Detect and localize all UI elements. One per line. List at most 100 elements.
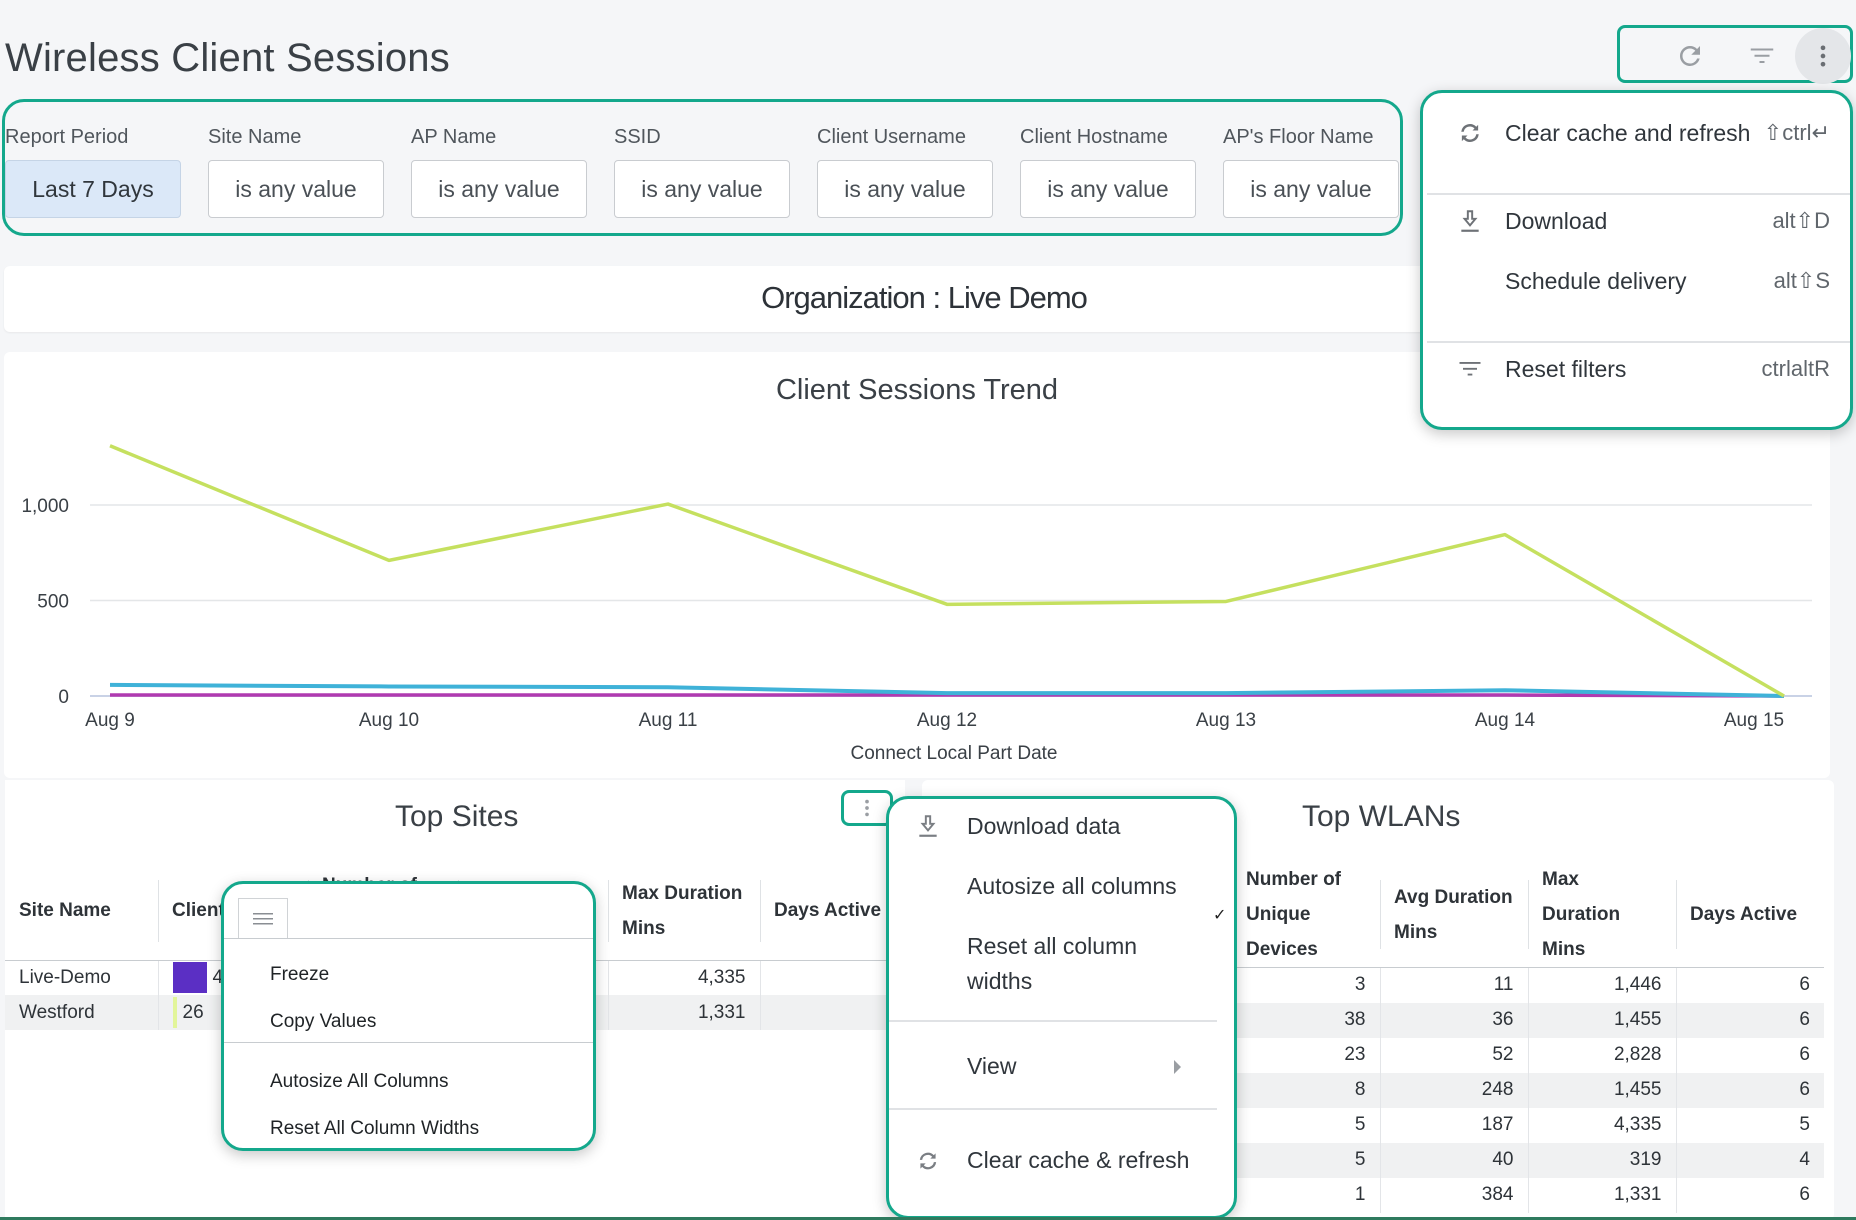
- menu-item-reset-all-column-widths[interactable]: Reset All Column Widths: [270, 1118, 479, 1140]
- dashboard-actions-menu: Clear cache and refresh ⇧ctrl↵ Download …: [1420, 90, 1853, 430]
- top-wlans-table: Number of Unique Devices Avg Duration Mi…: [1232, 862, 1824, 1213]
- y-tick-label: 0: [58, 687, 69, 708]
- x-tick-label: Aug 15: [1724, 710, 1784, 731]
- cell-unique-devices: 23: [1344, 1044, 1366, 1065]
- col-header-max-duration[interactable]: Max Duration Mins: [608, 862, 760, 961]
- table-row[interactable]: 8 248 1,455 6: [1232, 1072, 1824, 1108]
- filter-icon[interactable]: [1742, 36, 1782, 76]
- header-text: Max Duration Mins: [622, 882, 743, 939]
- menu-divider: [889, 1020, 1217, 1022]
- menu-tab-line: [224, 938, 593, 939]
- cell-site-name: Live-Demo: [19, 966, 111, 988]
- report-period-select[interactable]: Last 7 Days: [5, 160, 181, 218]
- cell-site-name: Westford: [5, 995, 158, 1030]
- tile-actions-menu: Download data Autosize all columns ✓ Res…: [886, 796, 1237, 1219]
- table-row[interactable]: 5 187 4,335 5: [1232, 1107, 1824, 1143]
- table-row[interactable]: 5 40 319 4: [1232, 1142, 1824, 1178]
- filter-label: Client Hostname: [1020, 126, 1168, 148]
- cell-max-duration: 1,331: [1527, 1177, 1676, 1213]
- session-bar: [172, 962, 207, 994]
- cell-days-active: 6: [1675, 1177, 1824, 1213]
- menu-item-download-data[interactable]: Download data: [967, 809, 1120, 844]
- cell-avg-duration: 187: [1379, 1107, 1528, 1143]
- download-icon: [913, 811, 943, 841]
- dashboard-toolbar: [1617, 25, 1853, 84]
- header-text: Days Active: [1690, 904, 1798, 925]
- col-header-days-active[interactable]: Days Active: [760, 862, 905, 961]
- col-header-site-name[interactable]: Site Name: [5, 862, 158, 961]
- menu-item-autosize-all-columns[interactable]: Autosize All Columns: [270, 1071, 448, 1093]
- menu-item-shortcut: ⇧ctrl↵: [1763, 120, 1830, 145]
- y-tick-label: 500: [37, 592, 69, 613]
- checkmark-icon: ✓: [1213, 907, 1227, 924]
- cell-avg-duration: 52: [1379, 1037, 1528, 1073]
- header-text: Max Duration Mins: [1542, 869, 1621, 960]
- download-icon: [1455, 206, 1485, 236]
- cell-days-active: 6: [1675, 1072, 1824, 1108]
- cell-days-active: 6: [1675, 1037, 1824, 1073]
- menu-item-clear-cache-and-refresh[interactable]: Clear cache and refresh ⇧ctrl↵: [1423, 113, 1850, 153]
- menu-item-clear-cache-refresh[interactable]: Clear cache & refresh: [967, 1143, 1197, 1178]
- menu-item-reset-filters[interactable]: Reset filters ctrlaltR: [1423, 349, 1850, 389]
- menu-item-copy-values[interactable]: Copy Values: [270, 1011, 376, 1033]
- menu-item-autosize-all-columns[interactable]: Autosize all columns: [967, 869, 1177, 904]
- x-tick-label: Aug 11: [639, 710, 698, 731]
- table-row[interactable]: 38 36 1,455 6: [1232, 1002, 1824, 1038]
- cell-avg-duration: 40: [1379, 1142, 1528, 1178]
- col-header-avg-duration[interactable]: Avg Duration Mins: [1380, 862, 1528, 968]
- session-bar: [172, 997, 177, 1028]
- filter-label: SSID: [614, 126, 661, 148]
- session-value: 26: [182, 1001, 204, 1023]
- table-row[interactable]: 23 52 2,828 6: [1232, 1037, 1824, 1073]
- table-row[interactable]: 1 384 1,331 6: [1232, 1177, 1824, 1213]
- menu-divider: [224, 1042, 593, 1043]
- menu-item-reset-column-widths[interactable]: Reset all column widths: [967, 929, 1197, 999]
- menu-item-download[interactable]: Download alt⇧D: [1423, 201, 1850, 241]
- cell-unique-devices: 3: [1354, 974, 1366, 996]
- client-username-input[interactable]: is any value: [817, 160, 993, 218]
- menu-divider: [1427, 193, 1850, 195]
- menu-item-label: Reset filters: [1505, 355, 1627, 382]
- cell-avg-duration: 248: [1379, 1072, 1528, 1108]
- ap-floor-name-input[interactable]: is any value: [1223, 160, 1399, 218]
- header-text: Number of Unique Devices: [1246, 869, 1341, 960]
- menu-item-view[interactable]: View: [967, 1049, 1016, 1084]
- cell-max-duration: 1,446: [1527, 967, 1676, 1003]
- cell-max-duration: 2,828: [1527, 1037, 1676, 1073]
- cell-max-duration: 1,331: [607, 995, 760, 1030]
- menu-item-shortcut: ctrlaltR: [1761, 356, 1830, 381]
- series-line: [109, 444, 1785, 698]
- cell-avg-duration: 11: [1379, 967, 1528, 1003]
- cell-days-active: [759, 995, 905, 1030]
- cell-max-duration: 1,455: [1527, 1072, 1676, 1108]
- refresh-icon[interactable]: [1670, 36, 1710, 76]
- top-wlans-title: Top WLANs: [1302, 800, 1461, 833]
- column-header-menu: Freeze Copy Values Autosize All Columns …: [221, 881, 596, 1151]
- col-header-max-duration[interactable]: Max Duration Mins: [1528, 862, 1676, 968]
- table-row[interactable]: 3 11 1,446 6: [1232, 967, 1824, 1003]
- x-axis-title: Connect Local Part Date: [850, 743, 1057, 764]
- menu-item-shortcut: alt⇧D: [1772, 208, 1830, 233]
- more-vert-icon[interactable]: [1795, 28, 1851, 84]
- series-line: [110, 693, 1785, 698]
- site-name-input[interactable]: is any value: [208, 160, 384, 218]
- filter-label: AP Name: [411, 126, 497, 148]
- cell-max-duration: 319: [1527, 1142, 1676, 1178]
- col-header-days-active[interactable]: Days Active: [1676, 862, 1824, 968]
- menu-icon: [253, 912, 273, 924]
- cell-max-duration: 4,335: [607, 960, 760, 995]
- ssid-input[interactable]: is any value: [614, 160, 790, 218]
- header-text: Days Active: [774, 900, 882, 922]
- x-tick-label: Aug 9: [85, 710, 135, 731]
- y-tick-label: 1,000: [21, 496, 69, 517]
- client-hostname-input[interactable]: is any value: [1020, 160, 1196, 218]
- menu-item-freeze[interactable]: Freeze: [270, 964, 329, 986]
- menu-item-label: Download: [1505, 207, 1608, 234]
- ap-name-input[interactable]: is any value: [411, 160, 587, 218]
- menu-divider: [889, 1108, 1217, 1110]
- menu-tab-general[interactable]: [238, 898, 288, 938]
- col-header-unique-devices[interactable]: Number of Unique Devices: [1232, 862, 1380, 968]
- menu-item-schedule-delivery[interactable]: Schedule delivery alt⇧S: [1423, 261, 1850, 301]
- cell-unique-devices: 1: [1354, 1184, 1366, 1205]
- cell-avg-duration: 384: [1379, 1177, 1528, 1213]
